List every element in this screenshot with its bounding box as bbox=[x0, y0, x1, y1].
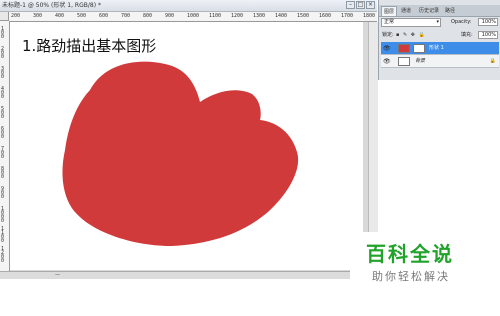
layer-row-background[interactable]: 👁 背景 🔒 bbox=[381, 55, 499, 68]
layer-thumbnail bbox=[398, 57, 410, 66]
red-blob-shape[interactable] bbox=[62, 61, 299, 247]
step-caption: 1.路劲描出基本图形 bbox=[22, 37, 157, 55]
ruler-tick-label: 9 0 0 bbox=[1, 186, 5, 200]
watermark: 百科全说 助你轻松解决 bbox=[350, 232, 500, 294]
layer-row-shape1[interactable]: 👁 形状 1 bbox=[381, 42, 499, 55]
layer-mask-thumbnail bbox=[413, 44, 425, 53]
opacity-input[interactable]: 100% bbox=[478, 18, 498, 26]
tab-channels[interactable]: 通道 bbox=[399, 6, 413, 16]
ruler-tick-label: 7 0 0 bbox=[1, 146, 5, 160]
fill-label: 填充: bbox=[461, 32, 473, 38]
tab-history[interactable]: 历史记录 bbox=[417, 6, 441, 16]
ruler-tick-label: 1 1 0 0 bbox=[1, 226, 5, 244]
status-bar: — bbox=[0, 271, 377, 279]
ruler-tick-label: 600 bbox=[99, 13, 109, 19]
tab-layers[interactable]: 图层 bbox=[381, 6, 398, 16]
ruler-tick-label: 900 bbox=[165, 13, 175, 19]
ruler-tick-label: 6 0 0 bbox=[1, 126, 5, 140]
lock-options-icons[interactable]: ▪ ✎ ✥ 🔒 bbox=[396, 31, 426, 39]
watermark-title: 百科全说 bbox=[366, 242, 454, 266]
ruler-tick-label: 4 0 0 bbox=[1, 86, 5, 100]
ruler-tick-label: 300 bbox=[33, 13, 43, 19]
ruler-tick-label: 2 0 0 bbox=[1, 46, 5, 60]
ruler-tick-label: 1000 bbox=[187, 13, 200, 19]
ruler-tick-label: 200 bbox=[11, 13, 21, 19]
ruler-tick-label: 8 0 0 bbox=[1, 166, 5, 180]
eye-icon[interactable]: 👁 bbox=[383, 57, 391, 66]
close-button[interactable]: × bbox=[366, 1, 375, 9]
vertical-ruler[interactable]: 1 0 0 2 0 0 3 0 0 4 0 0 5 0 0 6 0 0 7 0 0 8 0 0… bbox=[0, 21, 10, 271]
ruler-tick-label: 3 0 0 bbox=[1, 66, 5, 80]
fill-input[interactable]: 100% bbox=[478, 31, 498, 39]
ruler-tick-label: 1400 bbox=[275, 13, 288, 19]
minimize-button[interactable]: – bbox=[346, 1, 355, 9]
tab-paths[interactable]: 路径 bbox=[443, 6, 457, 16]
ruler-tick-label: 1300 bbox=[253, 13, 266, 19]
ruler-tick-label: 5 0 0 bbox=[1, 106, 5, 120]
layer-name: 形状 1 bbox=[429, 45, 444, 51]
document-title: 未标题-1 @ 50% (形状 1, RGB/8) * bbox=[2, 2, 101, 9]
chevron-down-icon: ▾ bbox=[436, 19, 439, 25]
ruler-tick-label: 1 2 0 0 bbox=[1, 246, 5, 264]
watermark-subtitle: 助你轻松解决 bbox=[372, 270, 450, 283]
ruler-tick-label: 1100 bbox=[209, 13, 222, 19]
ruler-corner[interactable] bbox=[0, 12, 9, 21]
layer-thumbnail bbox=[398, 44, 410, 53]
ruler-tick-label: 1700 bbox=[341, 13, 354, 19]
eye-icon[interactable]: 👁 bbox=[383, 44, 391, 53]
horizontal-ruler[interactable]: 200 300 400 500 600 700 800 900 1000 1100 1200 1300… bbox=[9, 12, 377, 22]
ruler-tick-label: 700 bbox=[121, 13, 131, 19]
layers-panel: 图层 通道 历史记录 路径 正常 ▾ Opacity: 100% 锁定: ▪ ✎… bbox=[378, 0, 500, 80]
panel-tab-bar: 图层 通道 历史记录 路径 bbox=[379, 5, 500, 17]
opacity-label: Opacity: bbox=[451, 19, 472, 25]
layer-name: 背景 bbox=[415, 58, 426, 64]
canvas[interactable]: 1.路劲描出基本图形 bbox=[10, 22, 363, 270]
ruler-tick-label: 1600 bbox=[319, 13, 332, 19]
blend-mode-select[interactable]: 正常 ▾ bbox=[381, 18, 441, 27]
canvas-artwork bbox=[62, 61, 299, 247]
lock-icon: 🔒 bbox=[489, 58, 496, 64]
ruler-tick-label: 1800 bbox=[363, 13, 376, 19]
ruler-tick-label: 400 bbox=[55, 13, 65, 19]
lock-label: 锁定: bbox=[382, 32, 394, 38]
ruler-tick-label: 1200 bbox=[231, 13, 244, 19]
ruler-tick-label: 1500 bbox=[297, 13, 310, 19]
ruler-tick-label: 500 bbox=[77, 13, 87, 19]
ruler-tick-label: 800 bbox=[143, 13, 153, 19]
document-titlebar[interactable]: 未标题-1 @ 50% (形状 1, RGB/8) * – □ × bbox=[0, 0, 377, 12]
ruler-tick-label: 1 0 0 0 bbox=[1, 206, 5, 224]
status-text: — bbox=[55, 272, 60, 278]
maximize-button[interactable]: □ bbox=[356, 1, 365, 9]
ruler-tick-label: 1 0 0 bbox=[1, 26, 5, 40]
document-window: 未标题-1 @ 50% (形状 1, RGB/8) * – □ × 200 300… bbox=[0, 0, 378, 279]
blend-mode-value: 正常 bbox=[384, 19, 395, 25]
